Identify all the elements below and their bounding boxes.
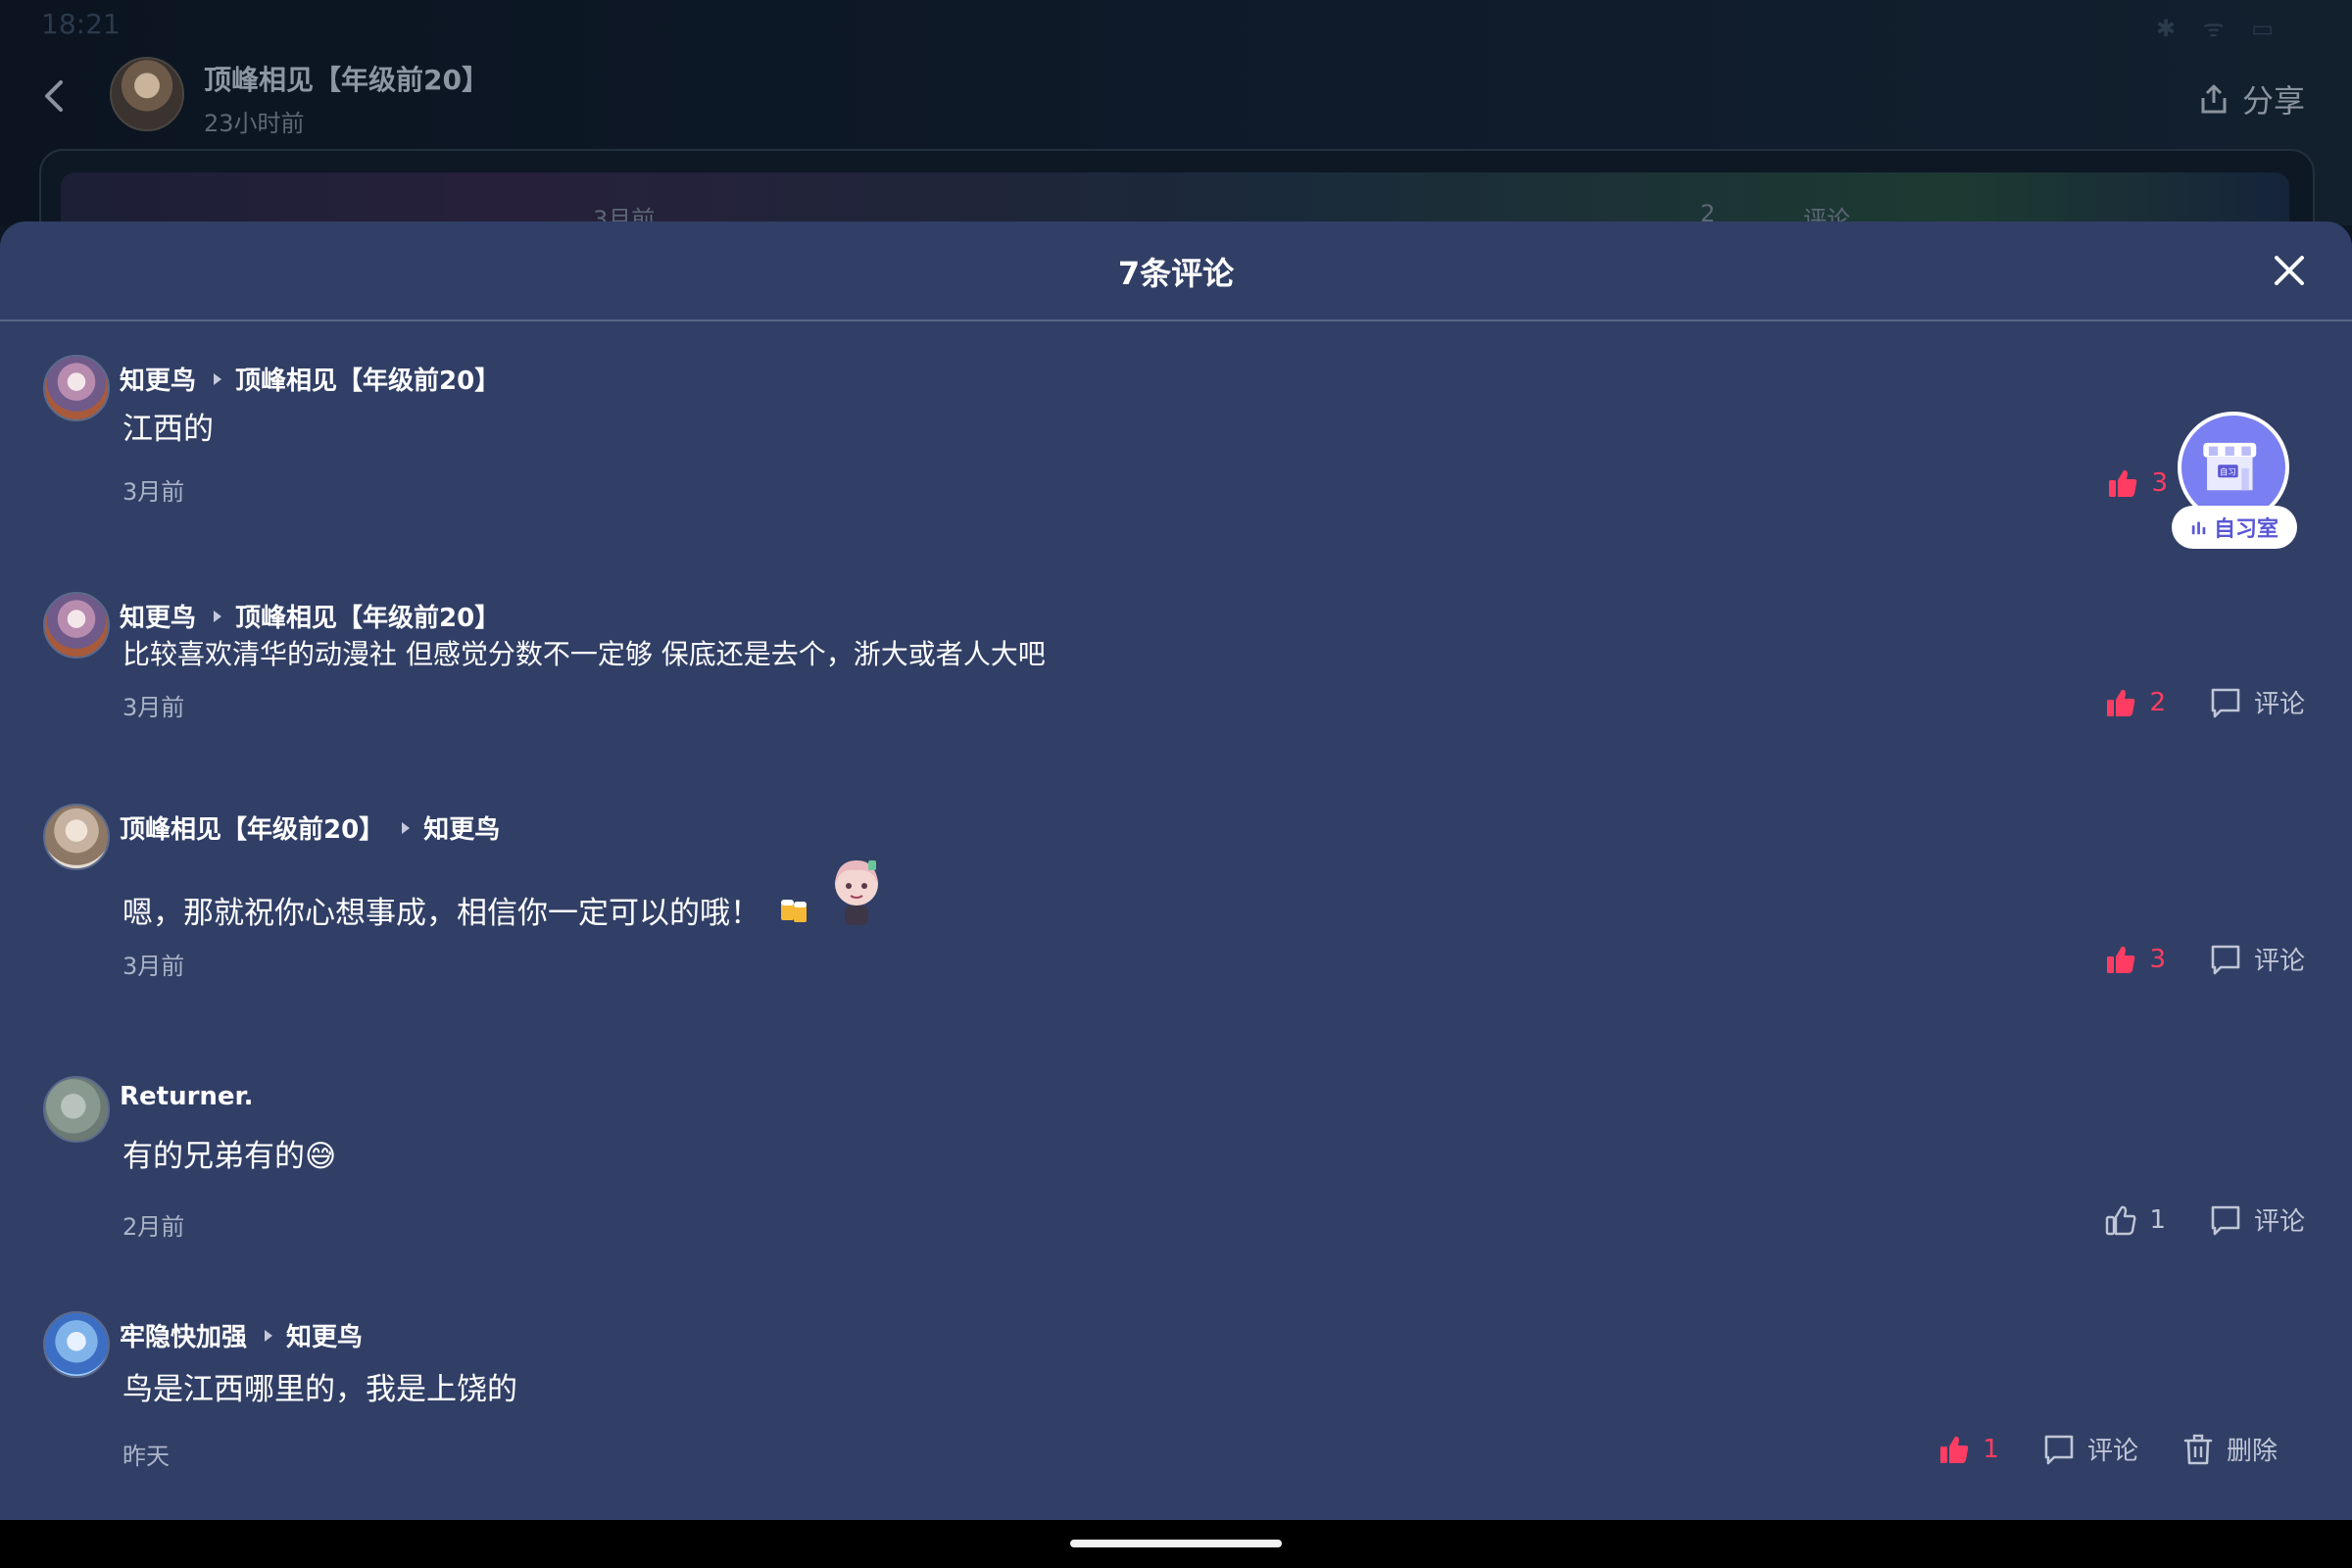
- comment-author-line: 牢隐快加强 知更鸟: [120, 1317, 363, 1353]
- like-button[interactable]: 3: [2106, 466, 2168, 500]
- beer-emoji-icon: [778, 895, 811, 924]
- reply-button[interactable]: 评论: [2042, 1431, 2138, 1467]
- share-button[interactable]: 分享: [2197, 76, 2305, 122]
- thumbs-up-outline-icon: [2106, 1205, 2136, 1235]
- comment-author[interactable]: 牢隐快加强: [120, 1317, 247, 1353]
- trash-icon: [2183, 1434, 2213, 1464]
- comment-author[interactable]: Returner.: [120, 1082, 254, 1111]
- reply-arrow-icon: [214, 610, 222, 622]
- reply-button[interactable]: 评论: [2209, 941, 2305, 977]
- reply-arrow-icon: [402, 821, 411, 834]
- reply-label: 评论: [2086, 1437, 2138, 1466]
- thumbs-up-filled-icon: [2107, 689, 2135, 716]
- reply-target[interactable]: 知更鸟: [286, 1317, 363, 1353]
- delete-button[interactable]: 删除: [2181, 1431, 2278, 1467]
- reply-button[interactable]: 评论: [2209, 684, 2305, 720]
- avatar[interactable]: [43, 1076, 110, 1143]
- comment-author[interactable]: 知更鸟: [120, 361, 196, 397]
- chevron-left-icon: [45, 80, 63, 112]
- comment-item: 知更鸟 顶峰相见【年级前20】 江西的 3月前 3: [0, 355, 2352, 512]
- delete-label: 删除: [2226, 1437, 2278, 1466]
- comment-author-line: 知更鸟 顶峰相见【年级前20】: [120, 361, 500, 397]
- comment-text[interactable]: 有的兄弟有的😅: [122, 1131, 336, 1175]
- svg-text:自习: 自习: [2220, 466, 2236, 476]
- avatar[interactable]: [43, 804, 110, 870]
- reply-button[interactable]: 评论: [2209, 1201, 2305, 1238]
- author-avatar[interactable]: [110, 57, 184, 131]
- thumbs-up-filled-icon: [1940, 1436, 1969, 1463]
- like-button[interactable]: 2: [2104, 686, 2166, 719]
- like-count: 1: [1983, 1434, 1999, 1464]
- reply-arrow-icon: [265, 1329, 273, 1342]
- study-room-text: 自习室: [2213, 517, 2278, 542]
- reply-target[interactable]: 知更鸟: [423, 809, 500, 846]
- sheet-header: 7条评论: [0, 221, 2352, 321]
- comment-bubble-icon: [2044, 1435, 2074, 1464]
- comment-actions: 3 评论: [2104, 941, 2305, 977]
- reply-arrow-icon: [214, 372, 222, 385]
- comment-actions: 3: [2106, 466, 2168, 500]
- like-count: 2: [2149, 687, 2166, 717]
- comment-time: 3月前: [122, 953, 185, 980]
- comments-sheet: 7条评论 知更鸟 顶峰相见【年级前20】 江西的 3月前 3 知更鸟 顶峰相见【…: [0, 221, 2352, 1520]
- post-time: 23小时前: [204, 110, 305, 137]
- avatar[interactable]: [43, 355, 110, 421]
- comment-actions: 1 评论: [2104, 1201, 2305, 1238]
- reply-label: 评论: [2253, 690, 2305, 719]
- like-count: 3: [2149, 944, 2166, 974]
- close-icon: [2275, 256, 2304, 285]
- comment-time: 2月前: [122, 1213, 185, 1241]
- comment-item: Returner. 有的兄弟有的😅 2月前 1 评论: [0, 1076, 2352, 1243]
- home-indicator[interactable]: [1070, 1540, 1282, 1547]
- share-icon: [2201, 84, 2227, 114]
- status-icons: ✱ ᯤ ▭: [2156, 15, 2283, 42]
- sheet-title: 7条评论: [1117, 255, 1235, 292]
- like-button[interactable]: 1: [2104, 1203, 2166, 1237]
- like-button[interactable]: 3: [2104, 943, 2166, 976]
- anime-girl-sticker-icon: [825, 855, 888, 929]
- comment-actions: 2 评论: [2104, 684, 2305, 720]
- comment-author[interactable]: 知更鸟: [120, 598, 196, 634]
- comment-text[interactable]: 比较喜欢清华的动漫社 但感觉分数不一定够 保底还是去个，浙大或者人大吧: [122, 633, 1046, 672]
- comment-time: 昨天: [122, 1443, 170, 1470]
- comment-text[interactable]: 鸟是江西哪里的，我是上饶的: [122, 1364, 517, 1408]
- avatar[interactable]: [43, 1311, 110, 1378]
- close-button[interactable]: [2270, 251, 2309, 290]
- comment-bubble-icon: [2211, 1205, 2240, 1235]
- like-button[interactable]: 1: [1937, 1433, 1999, 1466]
- back-button[interactable]: [37, 76, 71, 116]
- comment-item: 知更鸟 顶峰相见【年级前20】 比较喜欢清华的动漫社 但感觉分数不一定够 保底还…: [0, 592, 2352, 749]
- reply-label: 评论: [2253, 947, 2305, 976]
- bar-chart-icon: [2191, 521, 2206, 535]
- comment-time: 3月前: [122, 694, 185, 721]
- avatar[interactable]: [43, 592, 110, 659]
- post-author-name[interactable]: 顶峰相见【年级前20】: [204, 59, 489, 98]
- comment-actions: 1 评论 删除: [1937, 1431, 2278, 1467]
- share-label: 分享: [2241, 82, 2305, 120]
- comment-author-line: Returner.: [120, 1082, 254, 1111]
- like-count: 1: [2149, 1204, 2166, 1235]
- like-count: 3: [2151, 468, 2168, 498]
- comment-author-line: 知更鸟 顶峰相见【年级前20】: [120, 598, 500, 634]
- comment-item: 顶峰相见【年级前20】 知更鸟 嗯，那就祝你心想事成，相信你一定可以的哦！ 3月…: [0, 804, 2352, 990]
- comment-bubble-icon: [2211, 688, 2240, 717]
- comment-text: 嗯，那就祝你心想事成，相信你一定可以的哦！: [122, 895, 760, 931]
- thumbs-up-filled-icon: [2107, 946, 2135, 973]
- reply-label: 评论: [2253, 1207, 2305, 1237]
- study-room-widget[interactable]: 自习 自习室: [2172, 412, 2303, 559]
- comment-bubble-icon: [2211, 945, 2240, 974]
- comment-author[interactable]: 顶峰相见【年级前20】: [120, 809, 384, 846]
- comment-time: 3月前: [122, 478, 185, 506]
- comment-text[interactable]: 江西的: [122, 404, 214, 448]
- reply-target[interactable]: 顶峰相见【年级前20】: [235, 598, 500, 634]
- thumbs-up-filled-icon: [2109, 469, 2137, 497]
- reply-target[interactable]: 顶峰相见【年级前20】: [235, 361, 500, 397]
- study-room-label: 自习室: [2172, 506, 2297, 549]
- comment-author-line: 顶峰相见【年级前20】 知更鸟: [120, 809, 500, 846]
- status-time: 18:21: [41, 8, 121, 40]
- comment-text-line[interactable]: 嗯，那就祝你心想事成，相信你一定可以的哦！: [122, 860, 888, 947]
- comment-item: 牢隐快加强 知更鸟 鸟是江西哪里的，我是上饶的 昨天 1 评论 删除: [0, 1311, 2352, 1478]
